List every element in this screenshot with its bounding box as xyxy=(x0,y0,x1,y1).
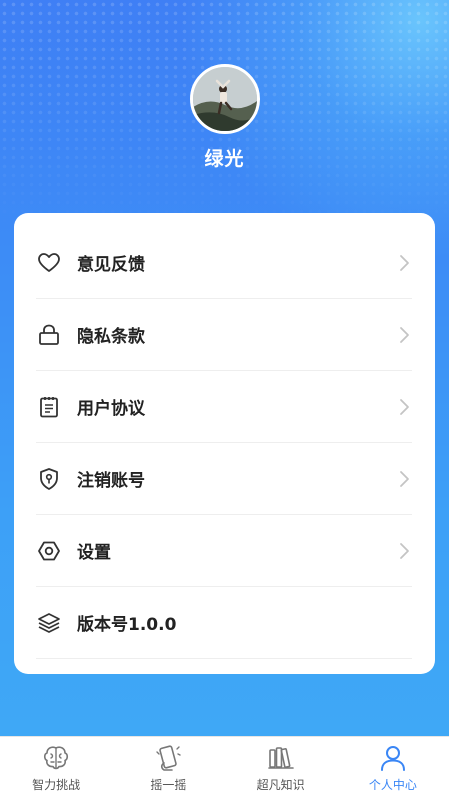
tab-label: 个人中心 xyxy=(368,778,417,792)
avatar[interactable] xyxy=(190,64,260,134)
tab-knowledge[interactable]: 超凡知识 xyxy=(225,737,337,799)
notepad-icon xyxy=(36,394,62,420)
menu-item-feedback[interactable]: 意见反馈 xyxy=(36,227,412,299)
chevron-right-icon xyxy=(396,397,412,417)
menu-item-version: 版本号1.0.0 xyxy=(36,587,412,659)
menu-item-label: 设置 xyxy=(77,543,111,563)
tab-shake[interactable]: 摇一摇 xyxy=(112,737,224,799)
menu-item-label: 意见反馈 xyxy=(77,255,145,275)
menu-item-delete-account[interactable]: 注销账号 xyxy=(36,443,412,515)
chevron-right-icon xyxy=(396,253,412,273)
lock-icon xyxy=(36,322,62,348)
books-icon xyxy=(266,743,296,773)
shield-key-icon xyxy=(36,466,62,492)
bottom-tab-bar: 智力挑战 摇一摇 超凡知识 个人中心 xyxy=(0,736,449,799)
menu-item-label: 注销账号 xyxy=(77,471,145,491)
layers-icon xyxy=(36,610,62,636)
menu-item-settings[interactable]: 设置 xyxy=(36,515,412,587)
chevron-right-icon xyxy=(396,325,412,345)
menu-item-user-agreement[interactable]: 用户协议 xyxy=(36,371,412,443)
hexagon-settings-icon xyxy=(36,538,62,564)
menu-card: 意见反馈 隐私条款 用户协议 注销账号 设置 版本号1.0.0 xyxy=(14,213,435,674)
menu-item-privacy[interactable]: 隐私条款 xyxy=(36,299,412,371)
tab-label: 摇一摇 xyxy=(150,778,187,792)
chevron-right-icon xyxy=(396,541,412,561)
tab-label: 智力挑战 xyxy=(32,778,81,792)
username: 绿光 xyxy=(204,148,245,170)
menu-item-label: 用户协议 xyxy=(77,399,145,419)
heart-icon xyxy=(36,250,62,276)
tab-label: 超凡知识 xyxy=(256,778,305,792)
version-label: 版本号1.0.0 xyxy=(77,615,177,635)
person-icon xyxy=(378,743,408,773)
brain-icon xyxy=(41,743,71,773)
chevron-right-icon xyxy=(396,469,412,489)
tab-personal-center[interactable]: 个人中心 xyxy=(337,737,449,799)
tab-intelligence-challenge[interactable]: 智力挑战 xyxy=(0,737,112,799)
menu-item-label: 隐私条款 xyxy=(77,327,145,347)
shake-phone-icon xyxy=(153,743,183,773)
